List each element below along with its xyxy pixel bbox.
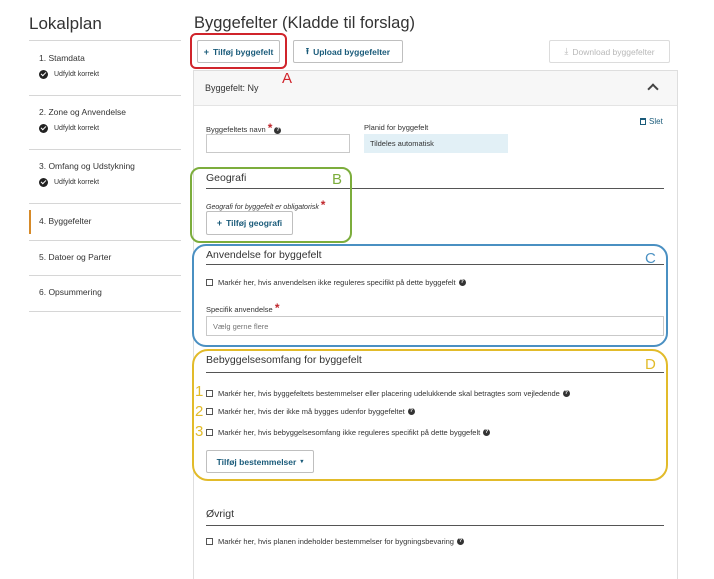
- annotation-label-d: D: [645, 356, 656, 373]
- question-circle-icon: ?: [456, 538, 464, 545]
- sidebar-item-label: 4. Byggefelter: [39, 216, 92, 226]
- annotation-number-3: 3: [195, 423, 204, 440]
- panel-header-label: Byggefelt: Ny: [205, 83, 259, 93]
- sidebar-item-label: 6. Opsummering: [39, 287, 102, 297]
- ovrigt-title: Øvrigt: [206, 508, 235, 520]
- check-circle-icon: [39, 70, 48, 79]
- byggefelt-name-input[interactable]: [206, 134, 350, 153]
- bygningsbevaring-checkbox[interactable]: [206, 538, 213, 545]
- sidebar-title: Lokalplan: [29, 14, 102, 33]
- check-circle-icon: [39, 124, 48, 133]
- upload-byggefelter-button[interactable]: ⭱ Upload byggefelter: [293, 40, 403, 63]
- download-icon: ⤓: [564, 46, 569, 56]
- sidebar-item-datoer-og-parter[interactable]: 5. Datoer og Parter: [29, 241, 181, 276]
- annotation-box-d: [192, 349, 668, 481]
- sidebar-nav: 1. Stamdata Udfyldt korrekt 2. Zone og A…: [29, 40, 181, 312]
- sidebar-item-stamdata[interactable]: 1. Stamdata Udfyldt korrekt: [29, 41, 181, 96]
- trash-icon: [640, 118, 646, 125]
- sidebar-item-label: 3. Omfang og Udstykning: [39, 161, 135, 171]
- panel-header[interactable]: [194, 71, 677, 106]
- annotation-box-c: [192, 244, 668, 347]
- required-marker: *: [267, 121, 273, 135]
- sidebar-item-label: 2. Zone og Anvendelse: [39, 107, 126, 117]
- planid-value: Tildeles automatisk: [364, 134, 508, 153]
- annotation-label-b: B: [332, 171, 343, 188]
- sidebar-item-label: 1. Stamdata: [39, 53, 85, 63]
- sidebar-item-status: Udfyldt korrekt: [54, 71, 100, 78]
- sidebar-item-zone-og-anvendelse[interactable]: 2. Zone og Anvendelse Udfyldt korrekt: [29, 96, 181, 150]
- sidebar-item-opsummering[interactable]: 6. Opsummering: [29, 276, 181, 312]
- annotation-box-b: [190, 167, 352, 243]
- annotation-label-c: C: [645, 250, 656, 267]
- ovrigt-divider: [206, 525, 664, 526]
- annotation-number-1: 1: [195, 383, 204, 400]
- check-circle-icon: [39, 178, 48, 187]
- question-circle-icon: ?: [274, 126, 282, 134]
- sidebar-item-label: 5. Datoer og Parter: [39, 252, 112, 262]
- name-label: Byggefeltets navn * ?: [206, 121, 282, 135]
- annotation-box-a: [190, 33, 287, 69]
- planid-label: Planid for byggefelt: [364, 123, 429, 132]
- annotation-number-2: 2: [195, 403, 204, 420]
- delete-link[interactable]: Slet: [640, 117, 663, 126]
- annotation-label-a: A: [282, 70, 293, 87]
- sidebar-item-status: Udfyldt korrekt: [54, 179, 100, 186]
- sidebar-item-byggefelter[interactable]: 4. Byggefelter: [29, 204, 181, 241]
- sidebar-item-status: Udfyldt korrekt: [54, 125, 100, 132]
- upload-icon: ⭱: [305, 45, 310, 56]
- download-byggefelter-button[interactable]: ⤓ Download byggefelter: [549, 40, 670, 63]
- sidebar-item-omfang-og-udstykning[interactable]: 3. Omfang og Udstykning Udfyldt korrekt: [29, 150, 181, 204]
- page-title: Byggefelter (Kladde til forslag): [194, 14, 416, 32]
- ovrigt-checkbox-row[interactable]: Markér her, hvis planen indeholder beste…: [206, 537, 464, 546]
